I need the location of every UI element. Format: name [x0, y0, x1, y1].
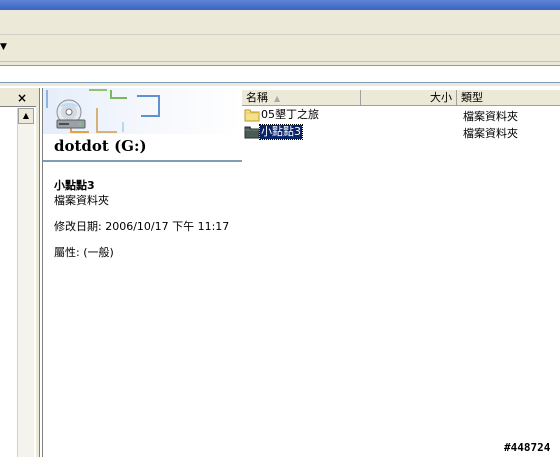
chevron-down-icon[interactable]: ▼ — [0, 42, 7, 52]
column-type-label: 類型 — [461, 91, 483, 104]
folder-icon — [244, 109, 260, 122]
column-size[interactable]: 大小 — [361, 90, 457, 105]
attributes: 屬性: (一般) — [54, 246, 114, 259]
toolbar: ▼ — [0, 35, 560, 62]
menu-bar — [0, 10, 560, 35]
modified-date: 修改日期: 2006/10/17 下午 11:17 — [54, 220, 230, 233]
drive-title: dotdot (G:) — [54, 137, 147, 155]
folder-tree-scrollbar[interactable]: ▲ — [17, 108, 34, 457]
disc-drive-icon — [56, 99, 86, 129]
sort-ascending-icon: ▲ — [274, 94, 281, 103]
title-bar — [0, 0, 560, 10]
file-row-name[interactable]: 小點點3 — [259, 124, 303, 140]
watermark: #448724 — [504, 441, 551, 454]
file-row-type: 檔案資料夾 — [463, 110, 518, 123]
file-list[interactable]: 名稱 ▲ 大小 類型 05墾丁之旅 檔案資料夾 小點點3 檔案資料夾 — [242, 88, 560, 457]
file-row-selected[interactable]: 小點點3 檔案資料夾 — [242, 124, 560, 140]
details-pane: dotdot (G:) 小點點3 檔案資料夾 修改日期: 2006/10/17 … — [42, 88, 243, 457]
file-row-type: 檔案資料夾 — [463, 127, 518, 140]
file-row-name[interactable]: 05墾丁之旅 — [260, 108, 320, 122]
address-input[interactable] — [0, 65, 560, 83]
folders-pane: × ▲ — [0, 88, 40, 458]
folder-icon — [244, 126, 260, 139]
column-size-label: 大小 — [430, 91, 452, 104]
column-header: 名稱 ▲ 大小 類型 — [242, 90, 560, 106]
selected-item-type: 檔案資料夾 — [54, 194, 109, 207]
column-name-label: 名稱 — [246, 91, 268, 104]
address-bar — [0, 62, 560, 86]
close-pane-button[interactable]: × — [17, 91, 27, 105]
scroll-up-icon[interactable]: ▲ — [18, 108, 34, 124]
file-row[interactable]: 05墾丁之旅 檔案資料夾 — [242, 107, 560, 123]
selected-item-name: 小點點3 — [54, 179, 95, 192]
drive-title-divider — [43, 160, 243, 162]
column-type[interactable]: 類型 — [457, 90, 560, 105]
column-name[interactable]: 名稱 ▲ — [242, 90, 361, 105]
